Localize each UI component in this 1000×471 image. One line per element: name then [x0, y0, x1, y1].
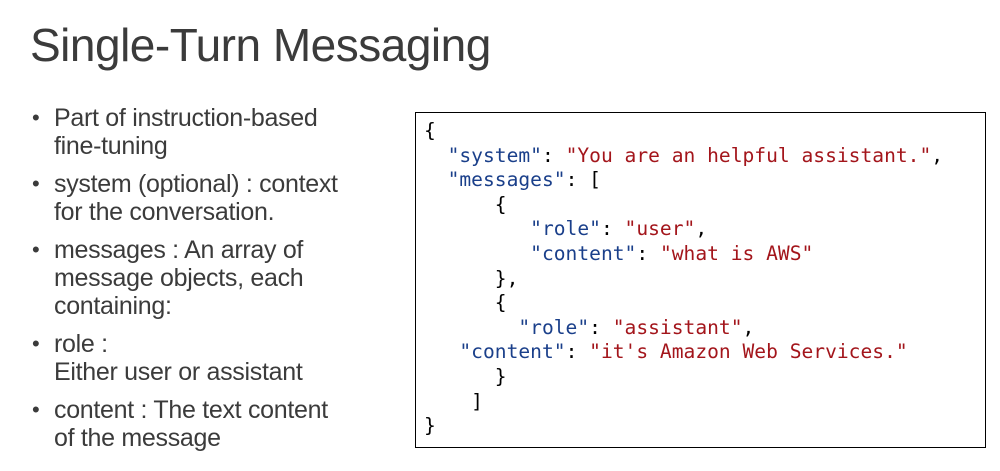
bullet-item: • content : The text content of the mess…	[32, 396, 402, 452]
bullet-line: Part of instruction-based	[54, 104, 318, 132]
bullet-item: • role : Either user or assistant	[32, 330, 402, 386]
json-value-content: "what is AWS"	[659, 241, 814, 265]
bullet-item: • Part of instruction-based fine-tuning	[32, 104, 402, 160]
json-open-brace: {	[424, 119, 436, 142]
json-key-role: "role"	[530, 217, 601, 241]
json-value-role: "user"	[624, 217, 696, 241]
bullet-list: • Part of instruction-based fine-tuning …	[32, 104, 402, 462]
json-key-messages: "messages"	[447, 168, 566, 192]
bullet-dot-icon: •	[32, 105, 40, 130]
bullet-line: role :	[54, 330, 108, 358]
json-key-system: "system"	[447, 143, 542, 167]
bullet-dot-icon: •	[32, 171, 40, 196]
bullet-line: for the conversation.	[54, 198, 275, 226]
json-key-content: "content"	[459, 340, 566, 364]
bullet-line: Either user or assistant	[54, 358, 303, 386]
bullet-dot-icon: •	[32, 237, 40, 262]
bullet-line: containing:	[54, 292, 172, 320]
json-value-content: "it's Amazon Web Services."	[589, 340, 908, 364]
json-key-content: "content"	[530, 241, 637, 265]
bullet-dot-icon: •	[32, 397, 40, 422]
bullet-line: of the message	[54, 424, 221, 452]
json-key-role: "role"	[518, 315, 590, 339]
bullet-line: system (optional) : context	[54, 170, 338, 198]
bullet-line: message objects, each	[54, 264, 304, 292]
bullet-dot-icon: •	[32, 331, 40, 356]
bullet-item: • messages : An array of message objects…	[32, 236, 402, 320]
json-code-box: { "system": "You are an helpful assistan…	[415, 112, 986, 448]
json-value-system: "You are an helpful assistant."	[565, 143, 932, 167]
json-value-role: "assistant"	[612, 315, 743, 339]
slide-title: Single-Turn Messaging	[30, 19, 491, 71]
bullet-item: • system (optional) : context for the co…	[32, 170, 402, 226]
bullet-line: content : The text content	[54, 396, 328, 424]
bullet-line: messages : An array of	[54, 236, 304, 264]
json-code-block: { "system": "You are an helpful assistan…	[424, 119, 944, 438]
json-close-brace: }	[424, 414, 436, 438]
bullet-line: fine-tuning	[54, 132, 168, 160]
